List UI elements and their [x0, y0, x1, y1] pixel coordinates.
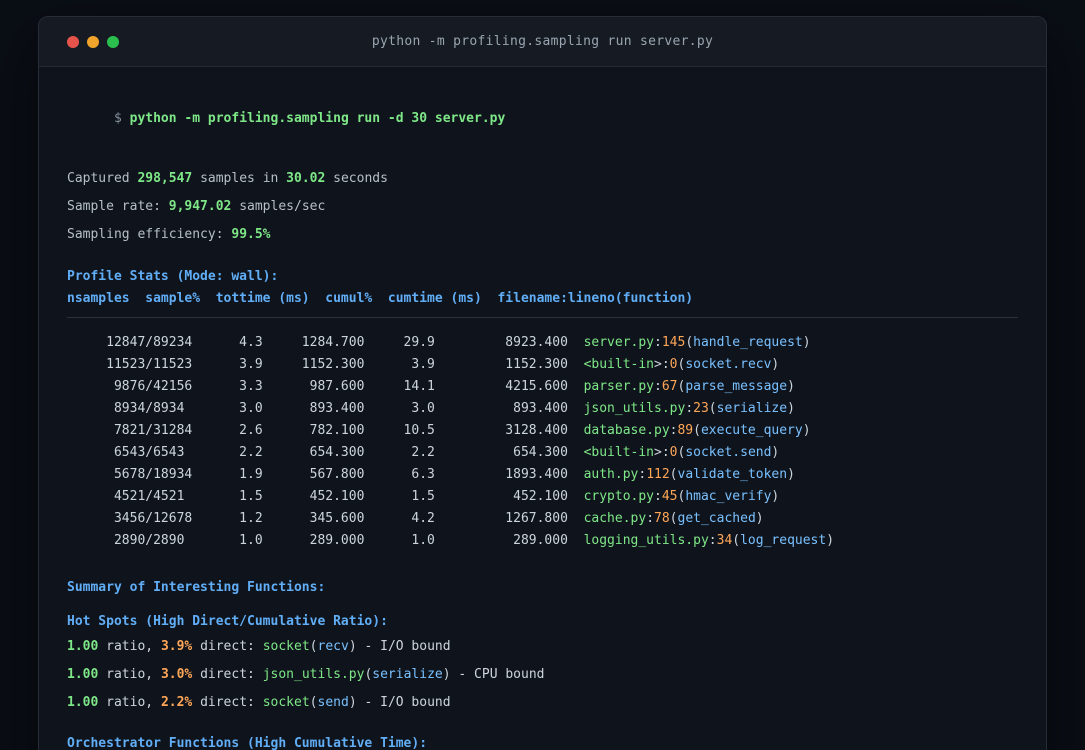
- window-controls: [67, 35, 119, 48]
- sample-rate-line: Sample rate: 9,947.02 samples/sec: [67, 199, 326, 214]
- minimize-button[interactable]: [87, 35, 99, 48]
- line-number: 45: [661, 489, 678, 504]
- function-name: get_cached: [677, 511, 756, 526]
- orchestrator-heading: Orchestrator Functions (High Cumulative …: [67, 736, 428, 750]
- function-name: parse_message: [685, 379, 788, 394]
- table-row: 12847/89234 4.3 1284.700 29.9 8923.400 s…: [67, 335, 811, 350]
- function-name: execute_query: [700, 423, 803, 438]
- captured-line: Captured 298,547 samples in 30.02 second…: [67, 171, 388, 186]
- line-number: 112: [646, 467, 670, 482]
- function-name: serialize: [372, 667, 443, 682]
- profile-stats-heading: Profile Stats (Mode: wall):: [67, 269, 279, 284]
- terminal-window: python -m profiling.sampling run server.…: [38, 16, 1047, 750]
- line-number: 23: [693, 401, 709, 416]
- table-row: 2890/2890 1.0 289.000 1.0 289.000 loggin…: [67, 533, 835, 548]
- ratio-value: 1.00: [67, 695, 99, 710]
- row-metrics: 5678/18934 1.9 567.800 6.3 1893.400: [67, 467, 584, 482]
- filename: server.py: [583, 335, 655, 350]
- filename: cache.py: [583, 511, 647, 526]
- bound-note: - I/O bound: [356, 639, 451, 654]
- filename: parser.py: [583, 379, 655, 394]
- window-title: python -m profiling.sampling run server.…: [371, 34, 714, 49]
- table-row: 9876/42156 3.3 987.600 14.1 4215.600 par…: [67, 379, 795, 394]
- row-metrics: 9876/42156 3.3 987.600 14.1 4215.600: [67, 379, 584, 394]
- table-row: 11523/11523 3.9 1152.300 3.9 1152.300 <b…: [67, 357, 780, 372]
- command-line: $ python -m profiling.sampling run -d 30…: [67, 86, 1018, 152]
- command-text: python -m profiling.sampling run -d 30 s…: [129, 111, 506, 126]
- table-divider: [67, 317, 1018, 318]
- profile-table-rows: 12847/89234 4.3 1284.700 29.9 8923.400 s…: [67, 332, 1018, 552]
- hot-spot-line: 1.00 ratio, 3.0% direct: json_utils.py(s…: [67, 667, 545, 682]
- sampling-efficiency-line: Sampling efficiency: 99.5%: [67, 227, 271, 242]
- hot-spots-heading: Hot Spots (High Direct/Cumulative Ratio)…: [67, 614, 388, 629]
- module-name: socket: [262, 695, 310, 710]
- filename: auth.py: [583, 467, 639, 482]
- close-button[interactable]: [67, 35, 79, 48]
- line-number: 89: [677, 423, 694, 438]
- function-name: socket.recv: [685, 357, 772, 372]
- table-row: 7821/31284 2.6 782.100 10.5 3128.400 dat…: [67, 423, 811, 438]
- summary-heading: Summary of Interesting Functions:: [67, 580, 326, 595]
- table-row: 8934/8934 3.0 893.400 3.0 893.400 json_u…: [67, 401, 795, 416]
- bound-note: - I/O bound: [356, 695, 451, 710]
- filename: <built-in: [583, 445, 655, 460]
- module-name: json_utils.py: [262, 667, 365, 682]
- bound-note: - CPU bound: [450, 667, 545, 682]
- filename: logging_utils.py: [583, 533, 709, 548]
- table-row: 4521/4521 1.5 452.100 1.5 452.100 crypto…: [67, 489, 780, 504]
- direct-percent: 2.2%: [160, 695, 193, 710]
- function-name: validate_token: [677, 467, 788, 482]
- title-bar: python -m profiling.sampling run server.…: [39, 17, 1046, 67]
- row-metrics: 2890/2890 1.0 289.000 1.0 289.000: [67, 533, 584, 548]
- zoom-button[interactable]: [107, 35, 119, 48]
- filename: json_utils.py: [583, 401, 686, 416]
- row-metrics: 11523/11523 3.9 1152.300 3.9 1152.300: [67, 357, 584, 372]
- function-name: serialize: [716, 401, 788, 416]
- function-name: send: [317, 695, 349, 710]
- filename: database.py: [583, 423, 670, 438]
- row-metrics: 4521/4521 1.5 452.100 1.5 452.100: [67, 489, 584, 504]
- table-row: 6543/6543 2.2 654.300 2.2 654.300 <built…: [67, 445, 780, 460]
- table-row: 3456/12678 1.2 345.600 4.2 1267.800 cach…: [67, 511, 764, 526]
- module-name: socket: [262, 639, 310, 654]
- hot-spots-lines: 1.00 ratio, 3.9% direct: socket(recv) - …: [67, 636, 1018, 714]
- hot-spot-line: 1.00 ratio, 2.2% direct: socket(send) - …: [67, 695, 451, 710]
- direct-percent: 3.9%: [160, 639, 193, 654]
- line-number: 0: [669, 445, 678, 460]
- terminal-output: $ python -m profiling.sampling run -d 30…: [39, 67, 1046, 750]
- table-row: 5678/18934 1.9 567.800 6.3 1893.400 auth…: [67, 467, 795, 482]
- line-number: 67: [661, 379, 678, 394]
- direct-percent: 3.0%: [160, 667, 193, 682]
- function-name: socket.send: [685, 445, 772, 460]
- function-name: handle_request: [693, 335, 803, 350]
- line-number: 0: [669, 357, 678, 372]
- profile-columns-header: nsamples sample% tottime (ms) cumul% cum…: [67, 291, 694, 306]
- hot-spot-line: 1.00 ratio, 3.9% direct: socket(recv) - …: [67, 639, 451, 654]
- prompt: $: [113, 111, 130, 126]
- line-number: 78: [654, 511, 670, 526]
- row-metrics: 3456/12678 1.2 345.600 4.2 1267.800: [67, 511, 584, 526]
- line-number: 34: [716, 533, 733, 548]
- row-metrics: 6543/6543 2.2 654.300 2.2 654.300: [67, 445, 584, 460]
- row-metrics: 7821/31284 2.6 782.100 10.5 3128.400: [67, 423, 584, 438]
- ratio-value: 1.00: [67, 667, 99, 682]
- function-name: recv: [317, 639, 349, 654]
- filename: crypto.py: [583, 489, 655, 504]
- function-name: log_request: [740, 533, 827, 548]
- ratio-value: 1.00: [67, 639, 99, 654]
- function-name: hmac_verify: [685, 489, 772, 504]
- row-metrics: 12847/89234 4.3 1284.700 29.9 8923.400: [67, 335, 584, 350]
- row-metrics: 8934/8934 3.0 893.400 3.0 893.400: [67, 401, 584, 416]
- filename: <built-in: [583, 357, 655, 372]
- line-number: 145: [661, 335, 686, 350]
